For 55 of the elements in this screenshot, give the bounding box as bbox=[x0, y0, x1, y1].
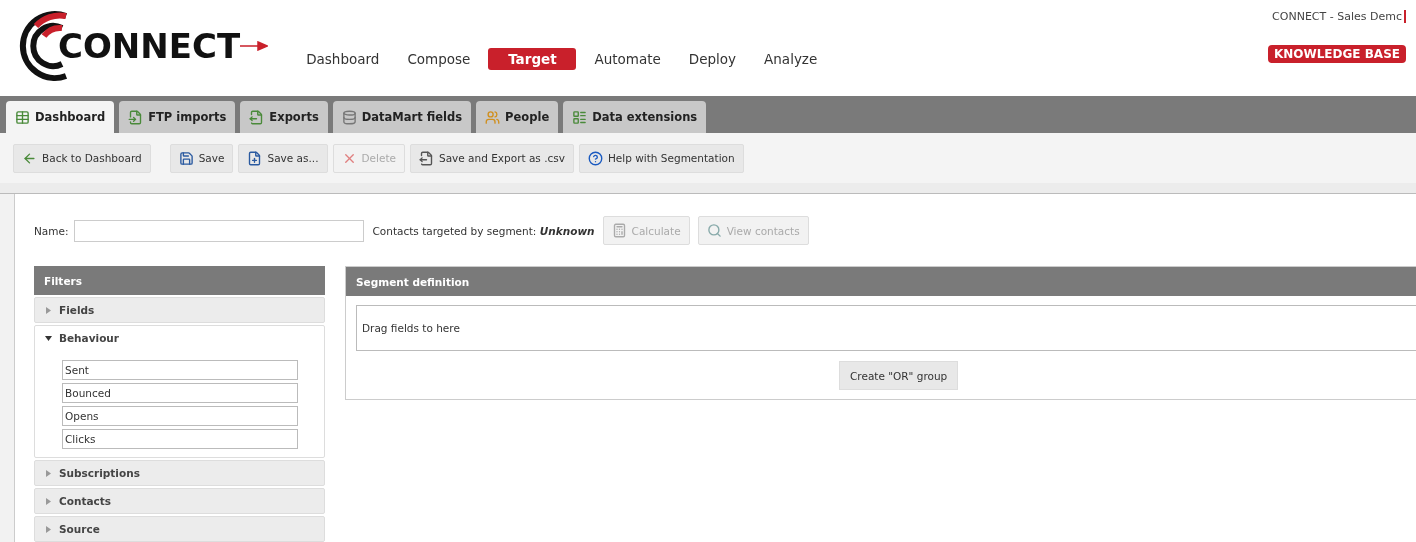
file-output-icon bbox=[249, 109, 265, 125]
file-output-icon bbox=[419, 150, 434, 166]
nav-link[interactable]: Target bbox=[488, 48, 577, 70]
tab[interactable]: People bbox=[476, 101, 559, 133]
save-icon bbox=[178, 150, 194, 166]
nav-link[interactable]: Compose bbox=[397, 48, 481, 70]
table-icon bbox=[15, 109, 30, 125]
name-field[interactable] bbox=[73, 219, 364, 242]
caret-right-icon bbox=[45, 306, 52, 314]
caret-right-icon bbox=[45, 469, 52, 477]
tab[interactable]: Dashboard bbox=[6, 101, 115, 133]
nav-link[interactable]: Analyze bbox=[754, 48, 828, 70]
section-header[interactable]: Subscriptions bbox=[35, 461, 324, 485]
toolbar-button[interactable]: Back to Dashboard bbox=[13, 143, 151, 173]
toolbar-button[interactable]: Save as... bbox=[238, 143, 328, 173]
filters-header: Filters bbox=[34, 266, 325, 295]
calculator-icon bbox=[611, 223, 627, 238]
nav-link[interactable]: Deploy bbox=[678, 48, 747, 70]
arrow-left-icon bbox=[22, 150, 37, 166]
filter-item[interactable]: Sent bbox=[62, 360, 298, 380]
caret-right-icon bbox=[45, 497, 52, 505]
tab[interactable]: Data extensions bbox=[563, 101, 707, 133]
section-header[interactable]: Behaviour bbox=[35, 326, 324, 350]
contacts-targeted-text: Contacts targeted by segment: Unknown bbox=[372, 224, 595, 237]
filter-item[interactable]: Opens bbox=[62, 406, 298, 426]
section-header[interactable]: Contacts bbox=[35, 489, 324, 513]
arrow-icon bbox=[240, 41, 269, 51]
knowledge-base-link[interactable]: KNOWLEDGE BASE bbox=[1267, 45, 1406, 63]
file-input-icon bbox=[128, 109, 144, 125]
section-header[interactable]: Source bbox=[35, 517, 324, 541]
name-label: Name: bbox=[34, 224, 69, 237]
filter-item[interactable]: Clicks bbox=[62, 429, 298, 449]
caret-right-icon bbox=[45, 525, 52, 533]
segment-header: Segment definition bbox=[346, 267, 1416, 296]
nav-link[interactable]: Dashboard bbox=[296, 48, 390, 70]
list-icon bbox=[572, 109, 588, 125]
people-icon bbox=[485, 109, 501, 125]
database-icon bbox=[341, 109, 357, 125]
tab[interactable]: FTP imports bbox=[119, 101, 236, 133]
toolbar-button[interactable]: Save and Export as .csv bbox=[410, 143, 574, 173]
toolbar-button[interactable]: Help with Segmentation bbox=[578, 143, 744, 173]
caret-down-icon bbox=[45, 334, 52, 342]
tab[interactable]: Exports bbox=[240, 101, 328, 133]
file-plus-icon bbox=[247, 150, 263, 166]
create-or-group-button[interactable]: Create "OR" group bbox=[839, 361, 959, 390]
search-icon bbox=[706, 223, 722, 238]
section-header[interactable]: Fields bbox=[35, 298, 324, 322]
help-icon bbox=[587, 150, 603, 166]
tab[interactable]: DataMart fields bbox=[332, 101, 472, 133]
account-label: CONNECT - Sales Demc bbox=[1272, 10, 1406, 23]
drop-zone[interactable]: Drag fields to here bbox=[356, 305, 1416, 351]
toolbar-button[interactable]: Save bbox=[169, 143, 234, 173]
filter-item[interactable]: Bounced bbox=[62, 383, 298, 403]
logo-text: CONNECT bbox=[58, 26, 241, 66]
nav-link[interactable]: Automate bbox=[584, 48, 671, 70]
